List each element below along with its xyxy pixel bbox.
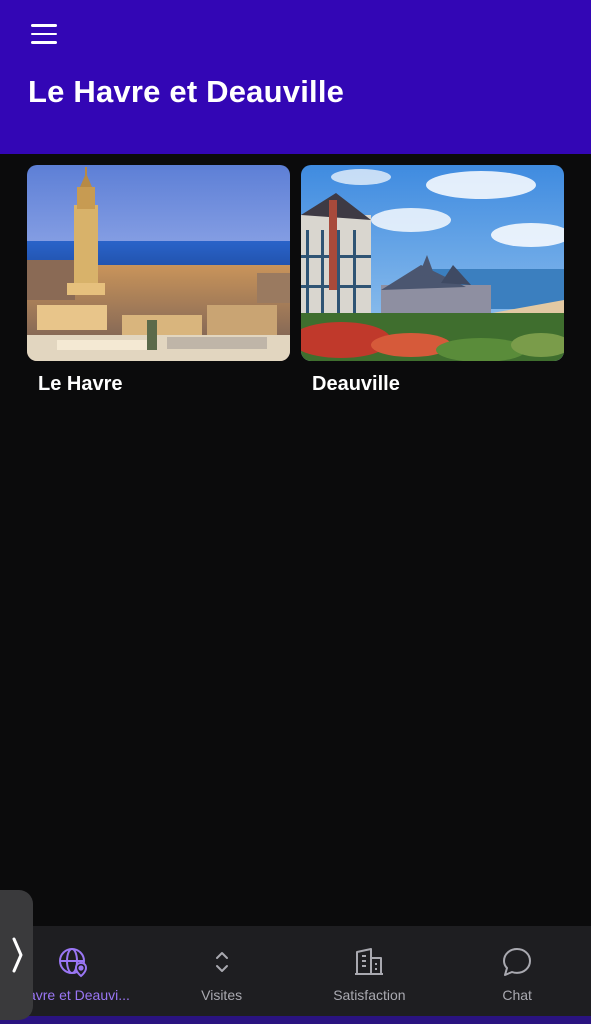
globe-location-icon: [58, 946, 90, 978]
card-label: Deauville: [312, 373, 400, 395]
building-icon: [353, 946, 385, 978]
nav-label: Satisfaction: [333, 987, 406, 1003]
bottom-system-bar: [0, 1016, 591, 1024]
deauville-photo: [301, 165, 564, 361]
bottom-navigation: Havre et Deauvi... Visites Satisfaction …: [0, 926, 591, 1016]
card-le-havre[interactable]: Le Havre: [27, 165, 290, 396]
le-havre-photo: [27, 165, 290, 361]
nav-item-visites[interactable]: Visites: [148, 926, 296, 1016]
side-drawer-handle[interactable]: [0, 890, 33, 1020]
card-label: Le Havre: [38, 373, 123, 395]
card-deauville[interactable]: Deauville: [301, 165, 564, 396]
hamburger-menu-icon[interactable]: [24, 18, 64, 50]
nav-item-satisfaction[interactable]: Satisfaction: [296, 926, 444, 1016]
nav-label: Visites: [201, 987, 243, 1003]
app-header: Le Havre et Deauville: [0, 0, 591, 154]
chat-bubble-icon: [501, 946, 533, 978]
page-title: Le Havre et Deauville: [28, 74, 345, 109]
app-screen: Le Havre et Deauville Le Havre Deauville…: [0, 0, 591, 1024]
chevrons-up-down-icon: [206, 946, 238, 978]
nav-label: Chat: [502, 987, 532, 1003]
nav-item-chat[interactable]: Chat: [443, 926, 591, 1016]
nav-label: Havre et Deauvi...: [17, 987, 130, 1003]
chevron-right-icon: [12, 937, 22, 973]
